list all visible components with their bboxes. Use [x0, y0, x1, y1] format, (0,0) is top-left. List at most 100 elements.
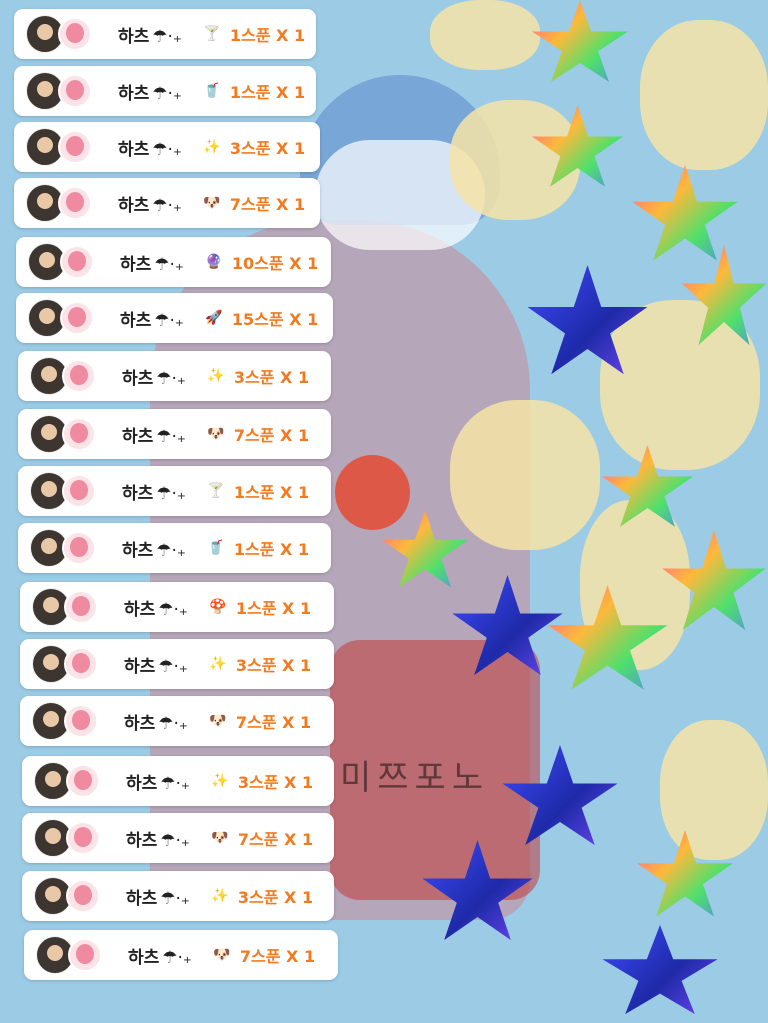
avatar-pair	[28, 243, 94, 281]
sender-name: 하츠 ☂︎·₊	[120, 250, 184, 275]
gift-log-row: 하츠 ☂︎·₊ 🍸 1스푼 X 1	[14, 9, 316, 59]
sender-name-text: 하츠	[118, 83, 150, 104]
receiver-avatar	[58, 74, 92, 108]
receiver-avatar	[66, 821, 100, 855]
sender-name-text: 하츠	[124, 713, 156, 734]
avatar-pair	[26, 72, 92, 110]
gift-log-list: 하츠 ☂︎·₊ 🍸 1스푼 X 1 하츠 ☂︎·₊ 🥤 1스푼 X 1 하츠 ☂︎·₊…	[0, 0, 768, 1023]
receiver-avatar	[64, 590, 98, 624]
sender-name-text: 하츠	[126, 888, 158, 909]
sender-name-text: 하츠	[128, 947, 160, 968]
umbrella-icon: ☂︎·₊	[158, 713, 188, 734]
umbrella-icon: ☂︎·₊	[152, 195, 182, 216]
gift-log-row: 하츠 ☂︎·₊ ✨ 3스푼 X 1	[22, 871, 334, 921]
puppy-icon: 🐶	[209, 713, 227, 729]
avatar-pair	[26, 15, 92, 53]
gift-amount: 1스푼 X 1	[233, 540, 310, 559]
puppy-icon: 🐶	[207, 426, 225, 442]
gift-log-row: 하츠 ☂︎·₊ 🐶 7스푼 X 1	[18, 409, 331, 459]
sparkle-stars-icon: ✨	[203, 139, 221, 155]
avatar-pair	[32, 588, 98, 626]
sender-name: 하츠 ☂︎·₊	[126, 769, 190, 794]
sender-name: 하츠 ☂︎·₊	[122, 479, 186, 504]
avatar-pair	[32, 645, 98, 683]
gift-log-row: 하츠 ☂︎·₊ 🐶 7스푼 X 1	[20, 696, 334, 746]
gift-amount: 7스푼 X 1	[237, 830, 314, 849]
sender-name-text: 하츠	[122, 368, 154, 389]
gift-amount: 7스푼 X 1	[229, 195, 306, 214]
cocktail-icon: 🍸	[203, 26, 221, 42]
gift-log-row: 하츠 ☂︎·₊ 🐶 7스푼 X 1	[24, 930, 338, 980]
umbrella-icon: ☂︎·₊	[156, 483, 186, 504]
sender-name: 하츠 ☂︎·₊	[122, 422, 186, 447]
avatar-pair	[30, 357, 96, 395]
receiver-avatar	[58, 186, 92, 220]
avatar-pair	[34, 877, 100, 915]
umbrella-icon: ☂︎·₊	[152, 26, 182, 47]
receiver-avatar	[64, 704, 98, 738]
gift-log-row: 하츠 ☂︎·₊ 🥤 1스푼 X 1	[14, 66, 316, 116]
avatar-pair	[30, 472, 96, 510]
umbrella-icon: ☂︎·₊	[162, 947, 192, 968]
gift-amount: 1스푼 X 1	[235, 599, 312, 618]
rocket-icon: 🚀	[205, 310, 223, 326]
sender-name: 하츠 ☂︎·₊	[118, 22, 182, 47]
gift-amount: 15스푼 X 1	[231, 310, 319, 329]
sender-name: 하츠 ☂︎·₊	[122, 364, 186, 389]
gift-amount: 3스푼 X 1	[233, 368, 310, 387]
sparkle-stars-icon: ✨	[211, 773, 229, 789]
sender-name: 하츠 ☂︎·₊	[122, 536, 186, 561]
blue-drink-icon: 🥤	[207, 540, 225, 556]
sender-name-text: 하츠	[120, 254, 152, 275]
sender-name: 하츠 ☂︎·₊	[124, 709, 188, 734]
sender-name-text: 하츠	[118, 26, 150, 47]
receiver-avatar	[60, 245, 94, 279]
receiver-avatar	[66, 764, 100, 798]
receiver-avatar	[66, 879, 100, 913]
gift-log-row: 하츠 ☂︎·₊ 🚀 15스푼 X 1	[16, 293, 333, 343]
sparkle-stars-icon: ✨	[207, 368, 225, 384]
gift-amount: 3스푼 X 1	[237, 773, 314, 792]
gift-amount: 1스푼 X 1	[233, 483, 310, 502]
sender-name: 하츠 ☂︎·₊	[124, 652, 188, 677]
puppy-icon: 🐶	[211, 830, 229, 846]
receiver-avatar	[58, 17, 92, 51]
umbrella-icon: ☂︎·₊	[152, 83, 182, 104]
sender-name-text: 하츠	[124, 656, 156, 677]
sender-name: 하츠 ☂︎·₊	[126, 884, 190, 909]
sender-name-text: 하츠	[122, 540, 154, 561]
sender-name: 하츠 ☂︎·₊	[120, 306, 184, 331]
sender-name-text: 하츠	[118, 139, 150, 160]
avatar-pair	[26, 128, 92, 166]
mushroom-icon: 🍄	[209, 599, 227, 615]
avatar-pair	[26, 184, 92, 222]
gift-log-row: 하츠 ☂︎·₊ ✨ 3스푼 X 1	[18, 351, 331, 401]
umbrella-icon: ☂︎·₊	[160, 773, 190, 794]
umbrella-icon: ☂︎·₊	[156, 368, 186, 389]
gift-log-row: 하츠 ☂︎·₊ 🍸 1스푼 X 1	[18, 466, 331, 516]
gift-log-row: 하츠 ☂︎·₊ ✨ 3스푼 X 1	[14, 122, 320, 172]
sender-name: 하츠 ☂︎·₊	[118, 135, 182, 160]
umbrella-icon: ☂︎·₊	[158, 656, 188, 677]
umbrella-icon: ☂︎·₊	[160, 888, 190, 909]
puppy-icon: 🐶	[203, 195, 221, 211]
sender-name: 하츠 ☂︎·₊	[128, 943, 192, 968]
gift-log-row: 하츠 ☂︎·₊ 🐶 7스푼 X 1	[14, 178, 320, 228]
sender-name-text: 하츠	[126, 830, 158, 851]
sender-name-text: 하츠	[120, 310, 152, 331]
receiver-avatar	[62, 531, 96, 565]
avatar-pair	[30, 529, 96, 567]
gift-amount: 7스푼 X 1	[233, 426, 310, 445]
umbrella-icon: ☂︎·₊	[152, 139, 182, 160]
gift-amount: 10스푼 X 1	[231, 254, 319, 273]
gift-amount: 3스푼 X 1	[235, 656, 312, 675]
avatar-pair	[34, 819, 100, 857]
sparkle-stars-icon: ✨	[209, 656, 227, 672]
sender-name-text: 하츠	[126, 773, 158, 794]
umbrella-icon: ☂︎·₊	[156, 426, 186, 447]
sender-name: 하츠 ☂︎·₊	[118, 191, 182, 216]
gift-log-row: 하츠 ☂︎·₊ 🐶 7스푼 X 1	[22, 813, 334, 863]
sender-name-text: 하츠	[118, 195, 150, 216]
receiver-avatar	[58, 130, 92, 164]
puppy-icon: 🐶	[213, 947, 231, 963]
